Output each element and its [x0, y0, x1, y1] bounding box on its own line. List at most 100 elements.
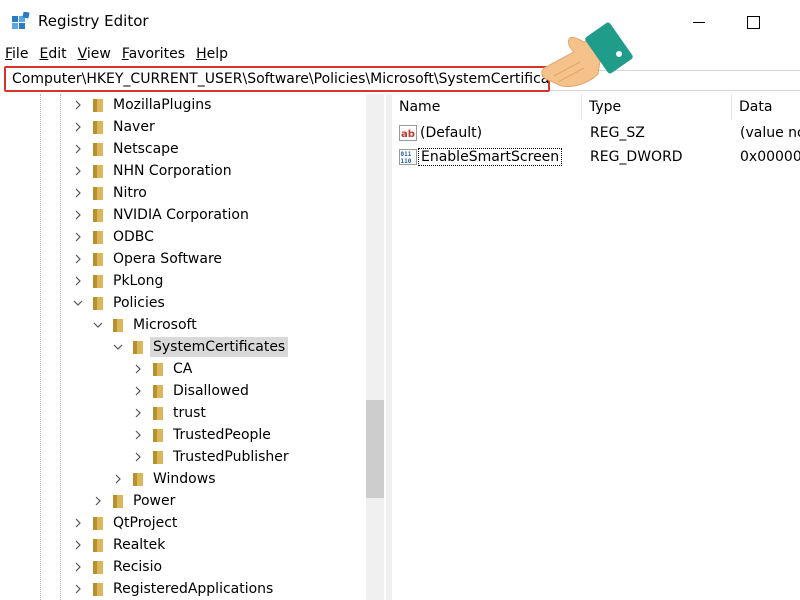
- value-data: 0x000000: [740, 149, 800, 165]
- chevron-right-icon[interactable]: [132, 363, 144, 375]
- tree-item-label: Naver: [113, 119, 155, 135]
- chevron-right-icon[interactable]: [72, 517, 84, 529]
- address-path: Computer\HKEY_CURRENT_USER\Software\Poli…: [12, 71, 571, 87]
- tree-item-recisio[interactable]: Recisio: [0, 556, 366, 578]
- tree-item-disallowed[interactable]: Disallowed: [0, 380, 366, 402]
- chevron-right-icon[interactable]: [132, 407, 144, 419]
- chevron-down-icon[interactable]: [92, 319, 104, 331]
- tree-item-label: Policies: [113, 295, 165, 311]
- column-header-data[interactable]: Data: [732, 94, 800, 120]
- chevron-right-icon[interactable]: [72, 561, 84, 573]
- folder-icon: [93, 561, 103, 574]
- tree-item-naver[interactable]: Naver: [0, 116, 366, 138]
- column-header-name[interactable]: Name: [392, 94, 582, 120]
- chevron-right-icon[interactable]: [132, 429, 144, 441]
- value-row[interactable]: ab (Default) REG_SZ (value no: [392, 121, 800, 145]
- tree-item-label: RegisteredApplications: [113, 581, 274, 597]
- column-header-type[interactable]: Type: [582, 94, 732, 120]
- chevron-right-icon[interactable]: [72, 583, 84, 595]
- tree-item-policies[interactable]: Policies: [0, 292, 366, 314]
- binary-value-icon: 011 110: [399, 149, 417, 165]
- folder-icon: [93, 143, 103, 156]
- chevron-right-icon[interactable]: [132, 385, 144, 397]
- tree-item-qtproject[interactable]: QtProject: [0, 512, 366, 534]
- tree-item-nvidia-corporation[interactable]: NVIDIA Corporation: [0, 204, 366, 226]
- tree-item-windows[interactable]: Windows: [0, 468, 366, 490]
- tree-item-netscape[interactable]: Netscape: [0, 138, 366, 160]
- tree-item-label: QtProject: [113, 515, 178, 531]
- value-data: (value no: [740, 125, 800, 141]
- menu-file[interactable]: File: [0, 44, 34, 64]
- tree-item-label: Recisio: [113, 559, 163, 575]
- menu-edit[interactable]: Edit: [34, 44, 72, 64]
- chevron-right-icon[interactable]: [72, 275, 84, 287]
- folder-icon: [93, 517, 103, 530]
- tree-item-power[interactable]: Power: [0, 490, 366, 512]
- tree-item-label: Netscape: [113, 141, 179, 157]
- address-bar[interactable]: Computer\HKEY_CURRENT_USER\Software\Poli…: [4, 66, 571, 92]
- chevron-right-icon[interactable]: [72, 165, 84, 177]
- value-type: REG_DWORD: [590, 149, 683, 165]
- title-bar[interactable]: Registry Editor: [0, 0, 800, 44]
- folder-icon: [93, 583, 103, 596]
- tree-item-systemcertificates[interactable]: SystemCertificates: [0, 336, 366, 358]
- svg-text:ab: ab: [401, 129, 415, 140]
- tree-item-label: Opera Software: [113, 251, 223, 267]
- tree-item-trustedpeople[interactable]: TrustedPeople: [0, 424, 366, 446]
- string-value-icon: ab: [399, 125, 417, 141]
- value-row[interactable]: 011 110 EnableSmartScreen REG_DWORD 0x00…: [392, 145, 800, 169]
- window-title: Registry Editor: [38, 12, 149, 30]
- tree-item-label: Realtek: [113, 537, 166, 553]
- chevron-right-icon[interactable]: [92, 495, 104, 507]
- tree-item-label: ODBC: [113, 229, 154, 245]
- tree-item-opera-software[interactable]: Opera Software: [0, 248, 366, 270]
- tree-item-mozillaplugins[interactable]: MozillaPlugins: [0, 94, 366, 116]
- folder-open-icon: [93, 297, 103, 310]
- tree-item-label: Microsoft: [133, 317, 197, 333]
- chevron-right-icon[interactable]: [72, 253, 84, 265]
- tree-item-nitro[interactable]: Nitro: [0, 182, 366, 204]
- folder-open-icon: [133, 341, 143, 354]
- tree-scrollbar[interactable]: [366, 94, 384, 600]
- tree-scrollbar-thumb[interactable]: [366, 400, 384, 498]
- folder-icon: [153, 407, 163, 420]
- tree-item-pklong[interactable]: PkLong: [0, 270, 366, 292]
- tree-item-label: NHN Corporation: [113, 163, 232, 179]
- menu-favorites[interactable]: Favorites: [117, 44, 191, 64]
- chevron-right-icon[interactable]: [72, 209, 84, 221]
- minimize-button[interactable]: [676, 6, 722, 38]
- chevron-right-icon[interactable]: [72, 231, 84, 243]
- chevron-down-icon[interactable]: [72, 297, 84, 309]
- chevron-right-icon[interactable]: [72, 99, 84, 111]
- tree-item-label: Disallowed: [173, 383, 249, 399]
- tree-item-label: TrustedPeople: [173, 427, 271, 443]
- tree-item-label: CA: [173, 361, 193, 377]
- values-list: Name Type Data ab (Default) REG_SZ (valu…: [392, 94, 800, 600]
- folder-icon: [153, 451, 163, 464]
- tree-item-registeredapplications[interactable]: RegisteredApplications: [0, 578, 366, 600]
- column-headers: Name Type Data: [392, 94, 800, 120]
- tree-item-trust[interactable]: trust: [0, 402, 366, 424]
- tree-item-realtek[interactable]: Realtek: [0, 534, 366, 556]
- maximize-button[interactable]: [730, 6, 776, 38]
- tree-item-trustedpublisher[interactable]: TrustedPublisher: [0, 446, 366, 468]
- menu-bar: File Edit View Favorites Help: [0, 44, 800, 64]
- tree-item-ca[interactable]: CA: [0, 358, 366, 380]
- chevron-right-icon[interactable]: [72, 143, 84, 155]
- tree-item-microsoft[interactable]: Microsoft: [0, 314, 366, 336]
- tree-item-label: MozillaPlugins: [113, 97, 212, 113]
- menu-view[interactable]: View: [73, 44, 117, 64]
- chevron-right-icon[interactable]: [72, 121, 84, 133]
- chevron-right-icon[interactable]: [72, 539, 84, 551]
- chevron-right-icon[interactable]: [72, 187, 84, 199]
- chevron-right-icon[interactable]: [112, 473, 124, 485]
- menu-help[interactable]: Help: [191, 44, 234, 64]
- chevron-down-icon[interactable]: [112, 341, 124, 353]
- value-name: (Default): [420, 125, 483, 141]
- folder-icon: [93, 209, 103, 222]
- folder-icon: [93, 187, 103, 200]
- chevron-right-icon[interactable]: [132, 451, 144, 463]
- minimize-icon: [693, 21, 705, 23]
- tree-item-nhn-corporation[interactable]: NHN Corporation: [0, 160, 366, 182]
- tree-item-odbc[interactable]: ODBC: [0, 226, 366, 248]
